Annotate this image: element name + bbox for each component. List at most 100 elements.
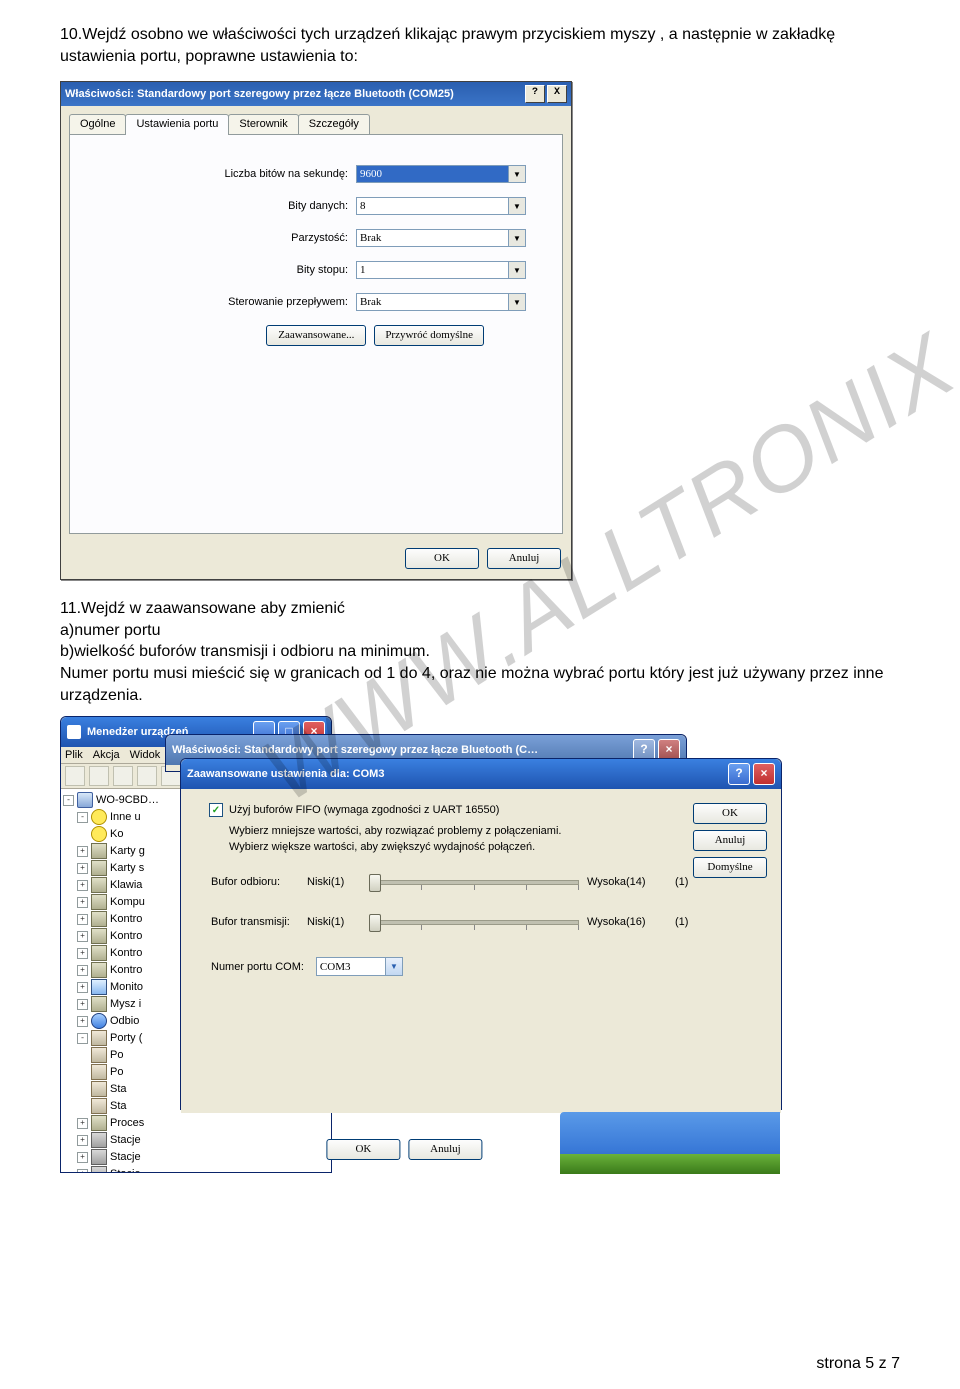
expand-icon[interactable]: + [77,965,88,976]
defaults-button[interactable]: Domyślne [693,857,767,878]
tree-item[interactable]: Po [110,1066,123,1078]
expand-icon[interactable]: + [77,846,88,857]
tree-item[interactable]: Stacje [110,1168,141,1173]
expand-icon[interactable]: + [77,897,88,908]
baud-input[interactable] [356,165,509,183]
flowcontrol-combo[interactable]: ▼ [356,293,526,311]
back-button[interactable] [65,766,85,786]
device-icon [91,945,107,961]
tree-item[interactable]: Proces [110,1117,144,1129]
expand-icon[interactable]: + [77,999,88,1010]
tree-item[interactable]: Odbio [110,1015,139,1027]
tree-item[interactable]: Karty g [110,845,145,857]
parity-combo[interactable]: ▼ [356,229,526,247]
device-icon [91,877,107,893]
cancel-button[interactable]: Anuluj [693,830,767,851]
collapse-icon[interactable]: - [77,1033,88,1044]
advanced-button[interactable]: Zaawansowane... [266,325,366,346]
hint-lower: Wybierz mniejsze wartości, aby rozwiązać… [197,825,765,837]
databits-input[interactable] [356,197,509,215]
menu-action[interactable]: Akcja [93,749,120,761]
device-icon [91,860,107,876]
tree-item[interactable]: Inne u [110,811,141,823]
tree-item[interactable]: Porty ( [110,1032,142,1044]
device-icon [91,996,107,1012]
expand-icon[interactable]: + [77,931,88,942]
tree-item[interactable]: Stacje [110,1151,141,1163]
expand-icon[interactable]: + [77,863,88,874]
drive-icon [91,1132,107,1148]
restore-defaults-button[interactable]: Przywróć domyślne [374,325,484,346]
chevron-down-icon[interactable]: ▼ [509,293,526,311]
tree-item[interactable]: Po [110,1049,123,1061]
tree-item[interactable]: Karty s [110,862,144,874]
ok-button[interactable]: OK [693,803,767,824]
tab-general[interactable]: Ogólne [69,114,126,134]
flowcontrol-input[interactable] [356,293,509,311]
rx-buffer-slider[interactable] [369,871,579,893]
tree-item[interactable]: Sta [110,1083,127,1095]
expand-icon[interactable]: + [77,1152,88,1163]
collapse-icon[interactable]: - [63,795,74,806]
port-number-label: Numer portu COM: [211,961,304,973]
expand-icon[interactable]: + [77,1016,88,1027]
tree-item[interactable]: Mysz i [110,998,141,1010]
cancel-button[interactable]: Anuluj [487,548,561,569]
chevron-down-icon[interactable]: ▼ [509,197,526,215]
expand-icon[interactable]: + [77,880,88,891]
rx-low-label: Niski(1) [307,876,361,888]
port-icon [91,1081,107,1097]
tree-item[interactable]: Klawia [110,879,142,891]
tx-buffer-label: Bufor transmisji: [211,916,299,928]
tab-driver[interactable]: Sterownik [228,114,298,134]
parity-input[interactable] [356,229,509,247]
step11-lead: 11.Wejdź w zaawansowane aby zmienić [60,598,900,620]
databits-combo[interactable]: ▼ [356,197,526,215]
tree-item[interactable]: Ko [110,828,123,840]
close-button[interactable]: × [753,763,775,785]
tree-item[interactable]: Monito [110,981,143,993]
screenshot2: Menedżer urządzeń _ □ × Plik Akcja Widok… [60,716,780,1176]
stopbits-input[interactable] [356,261,509,279]
tree-item[interactable]: Sta [110,1100,127,1112]
port-number-combo[interactable]: ▼ [316,957,403,976]
ok-button[interactable]: OK [326,1139,400,1160]
help-button[interactable]: ? [728,763,750,785]
fifo-checkbox[interactable]: ✓ [209,803,223,817]
expand-icon[interactable]: + [77,1118,88,1129]
baud-combo[interactable]: ▼ [356,165,526,183]
expand-icon[interactable]: + [77,914,88,925]
fwd-button[interactable] [89,766,109,786]
tx-buffer-slider[interactable] [369,911,579,933]
computer-icon [77,792,93,808]
chevron-down-icon[interactable]: ▼ [509,165,526,183]
expand-icon[interactable]: + [77,948,88,959]
expand-icon[interactable]: + [77,982,88,993]
tree-item[interactable]: Kontro [110,947,142,959]
chevron-down-icon[interactable]: ▼ [509,229,526,247]
tree-item[interactable]: Kontro [110,964,142,976]
menu-file[interactable]: Plik [65,749,83,761]
ok-button[interactable]: OK [405,548,479,569]
port-number-input[interactable] [316,957,386,976]
close-button[interactable]: X [547,85,567,103]
tree-item[interactable]: Kontro [110,930,142,942]
toolbar-button[interactable] [137,766,157,786]
chevron-down-icon[interactable]: ▼ [509,261,526,279]
toolbar-button[interactable] [113,766,133,786]
help-button[interactable]: ? [525,85,545,103]
expand-icon[interactable]: + [77,1135,88,1146]
tree-item[interactable]: Stacje [110,1134,141,1146]
tree-item[interactable]: Kontro [110,913,142,925]
stopbits-combo[interactable]: ▼ [356,261,526,279]
menu-view[interactable]: Widok [130,749,161,761]
tree-item[interactable]: Kompu [110,896,145,908]
chevron-down-icon[interactable]: ▼ [386,957,403,976]
tab-port-settings[interactable]: Ustawienia portu [125,114,229,135]
tab-details[interactable]: Szczegóły [298,114,370,134]
port-properties-dialog: Właściwości: Standardowy port szeregowy … [60,81,572,580]
tree-root[interactable]: WO-9CBD… [96,794,159,806]
cancel-button[interactable]: Anuluj [408,1139,482,1160]
expand-icon[interactable]: + [77,1169,88,1174]
collapse-icon[interactable]: - [77,812,88,823]
